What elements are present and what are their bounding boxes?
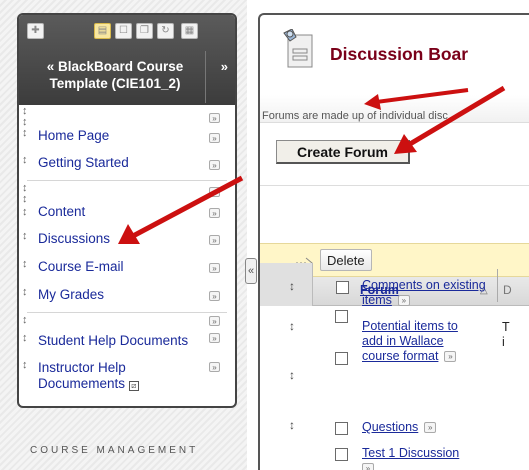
annotation-arrows xyxy=(118,85,506,244)
arrow-to-description xyxy=(364,88,469,110)
arrow-to-discussions xyxy=(118,175,244,244)
